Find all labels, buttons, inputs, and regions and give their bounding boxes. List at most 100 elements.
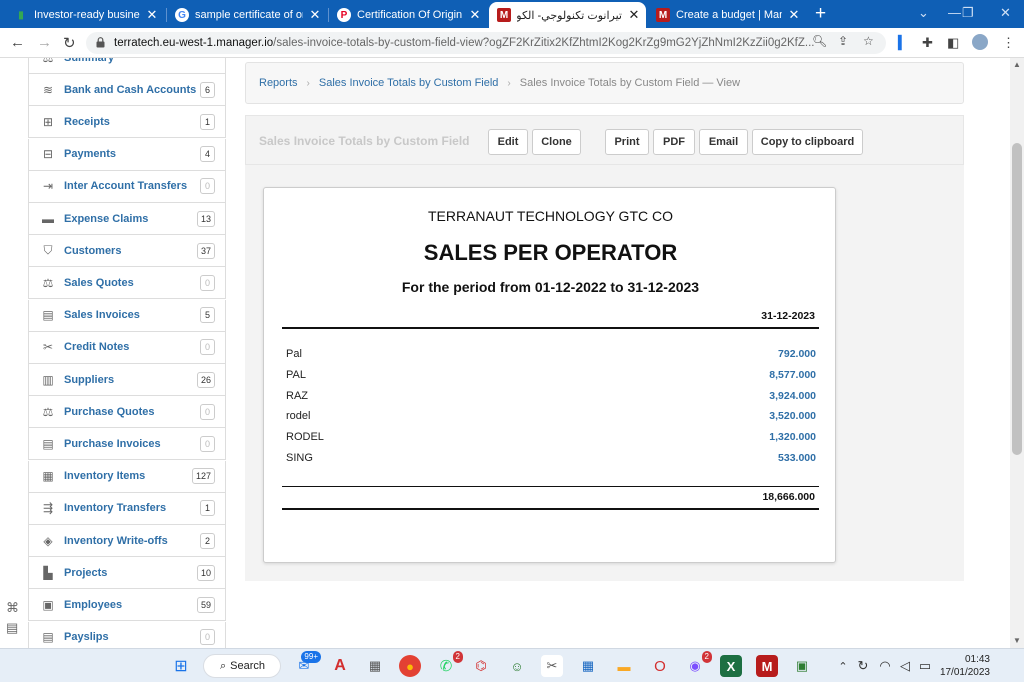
browser-tab[interactable]: P Certification Of Origin Te ✕ bbox=[329, 2, 487, 28]
sidebar-item-projects[interactable]: ▙ Projects 10 bbox=[28, 557, 226, 590]
browser-tab[interactable]: ▮ Investor-ready business p ✕ bbox=[6, 2, 164, 28]
app-icon[interactable]: ▣ bbox=[791, 655, 813, 677]
close-window-icon[interactable]: ✕ bbox=[1000, 5, 1011, 21]
sidebar-item-suppliers[interactable]: ▥ Suppliers 26 bbox=[28, 364, 226, 396]
bookmark-star-icon[interactable]: ☆ bbox=[863, 34, 874, 48]
sidebar-item-employees[interactable]: ▣ Employees 59 bbox=[28, 589, 226, 622]
sidebar-item-purchase-invoices[interactable]: ▤ Purchase Invoices 0 bbox=[28, 428, 226, 461]
sidebar-item-inter-account-transfers[interactable]: ⇥ Inter Account Transfers 0 bbox=[28, 170, 226, 203]
scroll-up-icon[interactable]: ▲ bbox=[1013, 60, 1021, 69]
chevron-up-icon[interactable]: ⌃ bbox=[832, 655, 854, 677]
mail-icon[interactable]: ✉ 99+ bbox=[293, 651, 321, 677]
sidebar-item-sales-quotes[interactable]: ⚖ Sales Quotes 0 bbox=[28, 267, 226, 300]
sidebar-item-payments[interactable]: ⊟ Payments 4 bbox=[28, 138, 226, 171]
system-clock[interactable]: 01:43 17/01/2023 bbox=[940, 653, 990, 679]
sidebar-item-inventory-transfers[interactable]: ⇶ Inventory Transfers 1 bbox=[28, 492, 226, 525]
close-tab-icon[interactable]: ✕ bbox=[786, 7, 802, 23]
calendar-icon[interactable]: ▦ bbox=[577, 655, 599, 677]
sidebar-item-purchase-quotes[interactable]: ⚖ Purchase Quotes 0 bbox=[28, 396, 226, 429]
pdf-button[interactable]: PDF bbox=[653, 129, 695, 155]
sidebar-item-receipts[interactable]: ⊞ Receipts 1 bbox=[28, 106, 226, 139]
count-badge: 0 bbox=[200, 403, 215, 420]
panel-icon[interactable]: ▤ bbox=[6, 620, 18, 636]
count-badge: 10 bbox=[196, 564, 215, 581]
chevron-down-icon[interactable]: ⌄ bbox=[918, 5, 929, 21]
folder-icon[interactable]: ▬ bbox=[613, 655, 635, 677]
operator-amount-link[interactable]: 8,577.000 bbox=[769, 369, 816, 381]
taskbar-search[interactable]: ⌕ Search bbox=[203, 654, 281, 678]
share-icon[interactable]: ⇪ bbox=[838, 34, 848, 48]
address-bar[interactable]: terratech.eu-west-1.manager.io/sales-inv… bbox=[86, 32, 886, 54]
snipping-tool-icon[interactable]: ✂ bbox=[541, 655, 563, 677]
sidepanel-icon[interactable]: ◧ bbox=[947, 35, 959, 51]
close-tab-icon[interactable]: ✕ bbox=[626, 7, 642, 23]
sidebar-item-summary[interactable]: ⚖ Summary bbox=[28, 58, 226, 74]
acrobat-icon[interactable]: A bbox=[329, 655, 351, 677]
reload-icon[interactable]: ↻ bbox=[63, 34, 76, 52]
clone-button[interactable]: Clone bbox=[532, 129, 581, 155]
operator-amount-link[interactable]: 533.000 bbox=[778, 452, 816, 464]
scroll-down-icon[interactable]: ▼ bbox=[1013, 636, 1021, 645]
scrollbar-thumb[interactable] bbox=[1012, 143, 1022, 455]
close-tab-icon[interactable]: ✕ bbox=[144, 7, 160, 23]
excel-icon[interactable]: X bbox=[720, 655, 742, 677]
count-badge: 13 bbox=[196, 210, 215, 227]
edit-button[interactable]: Edit bbox=[488, 129, 528, 155]
operator-amount-link[interactable]: 3,924.000 bbox=[769, 390, 816, 402]
sidebar-item-label: Expense Claims bbox=[64, 212, 149, 225]
back-icon[interactable]: ← bbox=[10, 34, 25, 51]
menu-dots-icon[interactable]: ⋮ bbox=[1002, 35, 1015, 51]
manager-icon: M bbox=[497, 8, 511, 22]
operator-amount-link[interactable]: 3,520.000 bbox=[769, 410, 816, 422]
sidebar-item-inventory-write-offs[interactable]: ◈ Inventory Write-offs 2 bbox=[28, 525, 226, 557]
sidebar-item-payslips[interactable]: ▤ Payslips 0 bbox=[28, 621, 226, 648]
extension-icon[interactable]: ▍ bbox=[898, 35, 908, 51]
close-tab-icon[interactable]: ✕ bbox=[307, 7, 323, 23]
sidebar-item-bank-and-cash-accounts[interactable]: ≋ Bank and Cash Accounts 6 bbox=[28, 74, 226, 107]
company-name: TERRANAUT TECHNOLOGY GTC CO bbox=[427, 208, 674, 224]
whatsapp-icon[interactable]: ✆ 2 bbox=[435, 651, 463, 677]
sidebar-item-sales-invoices[interactable]: ▤ Sales Invoices 5 bbox=[28, 299, 226, 332]
breadcrumb-report[interactable]: Sales Invoice Totals by Custom Field bbox=[319, 77, 499, 89]
restore-icon[interactable]: ❐ bbox=[962, 5, 974, 21]
print-button[interactable]: Print bbox=[605, 129, 649, 155]
breadcrumb-current: Sales Invoice Totals by Custom Field — V… bbox=[519, 77, 741, 89]
breadcrumb-reports[interactable]: Reports bbox=[259, 77, 298, 89]
volume-icon[interactable]: ◁ bbox=[894, 655, 916, 677]
operator-amount-link[interactable]: 792.000 bbox=[778, 348, 816, 360]
chrome-icon[interactable]: ● bbox=[399, 655, 421, 677]
breadcrumb: Reports › Sales Invoice Totals by Custom… bbox=[245, 62, 964, 104]
zoom-icon[interactable]: 🔍︎ bbox=[812, 34, 827, 48]
gamepad-icon[interactable]: ⌘ bbox=[6, 600, 19, 616]
sync-icon[interactable]: ↻ bbox=[852, 655, 874, 677]
wechat-icon[interactable]: ☺ bbox=[506, 655, 528, 677]
manager-app-icon[interactable]: M bbox=[756, 655, 778, 677]
sidebar-item-credit-notes[interactable]: ✂ Credit Notes 0 bbox=[28, 331, 226, 364]
messenger-icon[interactable]: ◉ 2 bbox=[684, 651, 712, 677]
pdf-reader-icon[interactable]: ⌬ bbox=[470, 655, 492, 677]
puzzle-icon[interactable]: ✚ bbox=[922, 35, 933, 51]
close-tab-icon[interactable]: ✕ bbox=[467, 7, 483, 23]
sidebar-item-customers[interactable]: ⛉ Customers 37 bbox=[28, 235, 226, 268]
vertical-scrollbar[interactable]: ▲ ▼ bbox=[1010, 58, 1024, 648]
avatar[interactable] bbox=[972, 34, 988, 50]
forward-icon[interactable]: → bbox=[37, 34, 52, 51]
email-button[interactable]: Email bbox=[699, 129, 748, 155]
wifi-icon[interactable]: ◠ bbox=[874, 655, 896, 677]
new-tab-button[interactable]: + bbox=[815, 3, 826, 25]
sidebar-item-inventory-items[interactable]: ▦ Inventory Items 127 bbox=[28, 460, 226, 493]
operator-amount-link[interactable]: 1,320.000 bbox=[769, 431, 816, 443]
sidebar-item-expense-claims[interactable]: ▬ Expense Claims 13 bbox=[28, 203, 226, 235]
browser-tab[interactable]: G sample certificate of orig ✕ bbox=[167, 2, 327, 28]
opera-icon[interactable]: O bbox=[649, 655, 671, 677]
windows-start-icon[interactable]: ⊞ bbox=[170, 655, 192, 677]
browser-toolbar: ← → ↻ terratech.eu-west-1.manager.io/sal… bbox=[0, 28, 1024, 58]
browser-tab[interactable]: M Create a budget | Manag ✕ bbox=[648, 2, 806, 28]
count-badge: 127 bbox=[191, 468, 215, 485]
calculator-icon[interactable]: ▦ bbox=[364, 655, 386, 677]
battery-icon[interactable]: ▭ bbox=[914, 655, 936, 677]
copy-to-clipboard-button[interactable]: Copy to clipboard bbox=[752, 129, 863, 155]
operator-name: PAL bbox=[286, 368, 306, 381]
minimize-icon[interactable]: — bbox=[948, 5, 961, 20]
browser-tab-active[interactable]: M تيرانوت تكنولوجي- الكويت ✕ bbox=[489, 2, 646, 28]
